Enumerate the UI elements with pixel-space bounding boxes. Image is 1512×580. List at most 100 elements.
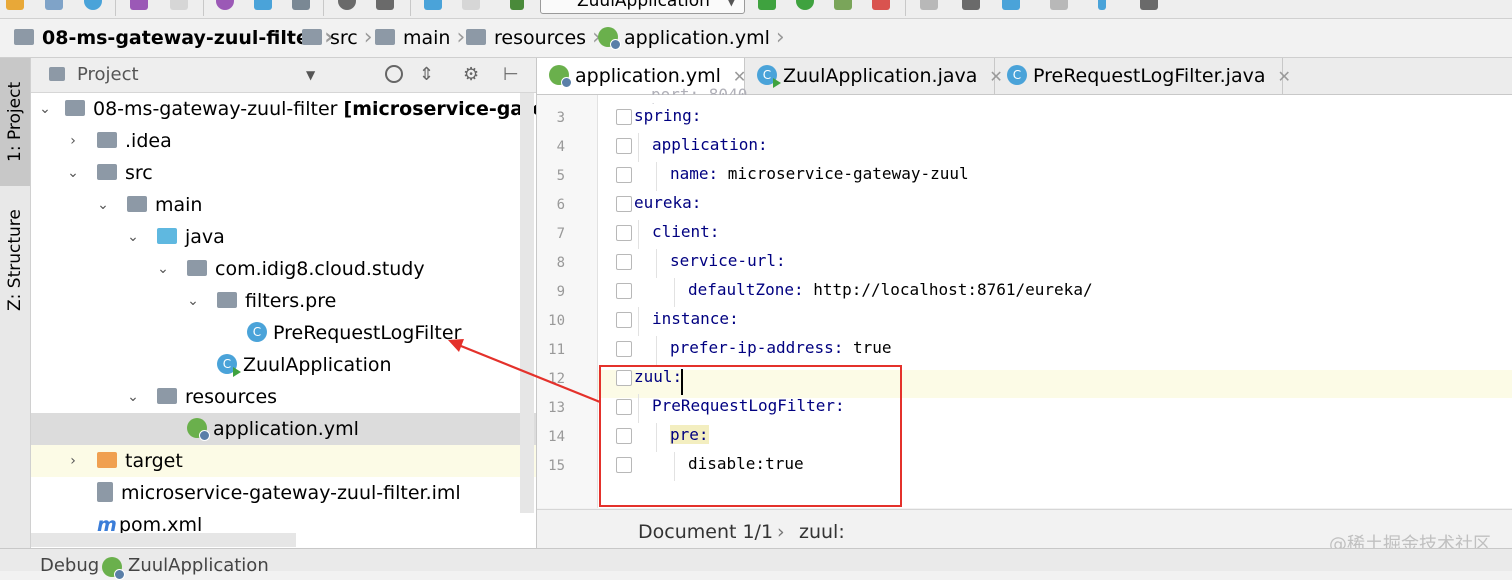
locate-file-icon[interactable] bbox=[385, 65, 403, 83]
project-structure-icon[interactable] bbox=[1002, 0, 1020, 10]
breadcrumb-label: application.yml bbox=[624, 27, 770, 49]
yaml-key: application: bbox=[652, 135, 768, 154]
vcs-icon[interactable] bbox=[920, 0, 938, 10]
breadcrumb-item-main[interactable]: main › bbox=[375, 19, 465, 57]
fold-open-icon[interactable] bbox=[616, 225, 632, 241]
folder-icon bbox=[375, 28, 395, 45]
hide-panel-icon[interactable]: ⊢ bbox=[503, 58, 519, 92]
tree-node-idea[interactable]: › .idea bbox=[31, 125, 536, 157]
run-config-select[interactable]: ZuulApplication ▼ bbox=[540, 0, 745, 14]
bottom-tool-bar: Debug ZuulApplication bbox=[0, 548, 1512, 580]
tree-node-main[interactable]: ⌄ main bbox=[31, 189, 536, 221]
tree-node-package[interactable]: ⌄ com.idig8.cloud.study bbox=[31, 253, 536, 285]
save-icon[interactable] bbox=[45, 0, 63, 10]
chevron-down-icon[interactable]: ⌄ bbox=[185, 285, 201, 317]
fold-end-icon[interactable] bbox=[616, 167, 632, 183]
toolbar-separator bbox=[203, 0, 204, 16]
tree-label: resources bbox=[185, 386, 278, 408]
tree-node-yml-selected[interactable]: application.yml bbox=[31, 413, 536, 445]
line-number: 3 bbox=[556, 110, 565, 126]
terminal-icon[interactable] bbox=[1140, 0, 1158, 10]
tree-label: PreRequestLogFilter bbox=[273, 322, 462, 344]
fold-open-icon[interactable] bbox=[616, 138, 632, 154]
paste-icon[interactable] bbox=[292, 0, 310, 10]
chevron-down-icon[interactable]: ⌄ bbox=[65, 157, 81, 189]
tree-node-root[interactable]: ⌄ 08-ms-gateway-zuul-filter [microservic… bbox=[31, 93, 536, 125]
breadcrumb-item-resources[interactable]: resources › bbox=[466, 19, 601, 57]
breadcrumb-item-file[interactable]: application.yml › bbox=[598, 19, 785, 57]
coverage-icon[interactable] bbox=[834, 0, 852, 10]
fold-open-icon[interactable] bbox=[616, 254, 632, 270]
line-number: 9 bbox=[556, 284, 565, 300]
line-number-gutter: 3 4 5 6 7 8 9 10 11 12 13 14 15 bbox=[537, 95, 598, 508]
spring-yml-icon bbox=[549, 64, 572, 88]
fold-open-icon[interactable] bbox=[616, 196, 632, 212]
line-number: 14 bbox=[548, 429, 565, 445]
code-line: name: microservice-gateway-zuul bbox=[670, 164, 969, 183]
project-tool-tab[interactable]: 1: Project bbox=[0, 58, 30, 186]
redo-icon[interactable] bbox=[170, 0, 188, 10]
debug-session-tab[interactable]: ZuulApplication bbox=[128, 555, 269, 576]
collapse-all-icon[interactable]: ⇕ bbox=[419, 58, 434, 92]
help-icon[interactable] bbox=[1098, 0, 1106, 10]
project-scrollbar[interactable] bbox=[520, 93, 534, 513]
breadcrumb-label: src bbox=[330, 27, 358, 49]
settings-wrench-icon[interactable] bbox=[962, 0, 980, 10]
chevron-right-icon[interactable]: › bbox=[65, 125, 81, 157]
open-folder-icon[interactable] bbox=[6, 0, 24, 10]
find-icon[interactable] bbox=[338, 0, 356, 10]
project-horizontal-scrollbar[interactable] bbox=[31, 533, 296, 547]
tab-label: PreRequestLogFilter.java bbox=[1033, 65, 1266, 87]
tab-prerequest-log-filter[interactable]: C PreRequestLogFilter.java ✕ bbox=[995, 58, 1291, 94]
line-number: 4 bbox=[556, 139, 565, 155]
fold-open-icon[interactable] bbox=[616, 109, 632, 125]
yaml-value: true bbox=[843, 338, 892, 357]
breadcrumb-item-src[interactable]: src › bbox=[302, 19, 373, 57]
chevron-down-icon[interactable]: ⌄ bbox=[155, 253, 171, 285]
iml-file-icon bbox=[97, 481, 113, 502]
fold-open-icon[interactable] bbox=[616, 312, 632, 328]
tree-module-label: [microservice-gateway- bbox=[343, 98, 536, 120]
undo-icon[interactable] bbox=[130, 0, 148, 10]
project-panel-header: Project ▼ ⇕ ⚙ ⊢ bbox=[31, 58, 536, 93]
yaml-key: defaultZone: bbox=[688, 280, 804, 299]
chevron-down-icon[interactable]: ⌄ bbox=[125, 221, 141, 253]
indent-guide bbox=[674, 278, 675, 307]
structure-tool-tab[interactable]: Z: Structure bbox=[0, 198, 30, 323]
code-editor[interactable]: 3456789101112131415 port: 8040 spring:ap… bbox=[537, 85, 1512, 508]
back-icon[interactable] bbox=[424, 0, 442, 10]
tree-node-filters-pre[interactable]: ⌄ filters.pre bbox=[31, 285, 536, 317]
tree-label: main bbox=[155, 194, 203, 216]
breadcrumb-item-project[interactable]: 08-ms-gateway-zuul-filter › bbox=[14, 19, 333, 57]
tree-label: application.yml bbox=[213, 418, 359, 440]
tree-node-java[interactable]: ⌄ java bbox=[31, 221, 536, 253]
forward-icon[interactable] bbox=[462, 0, 480, 10]
chevron-down-icon[interactable]: ▼ bbox=[306, 58, 315, 92]
fold-end-icon[interactable] bbox=[616, 341, 632, 357]
close-icon[interactable]: ✕ bbox=[1277, 67, 1290, 86]
chevron-down-icon[interactable]: ⌄ bbox=[125, 381, 141, 413]
stop-icon[interactable] bbox=[872, 0, 890, 10]
clip-mask bbox=[598, 95, 1512, 103]
sdk-icon[interactable] bbox=[1050, 0, 1068, 10]
cut-icon[interactable] bbox=[216, 0, 234, 10]
copy-icon[interactable] bbox=[254, 0, 272, 10]
build-icon[interactable] bbox=[510, 0, 524, 10]
chevron-right-icon[interactable]: › bbox=[65, 445, 81, 477]
run-icon[interactable] bbox=[758, 0, 776, 10]
project-view-selector[interactable]: Project bbox=[77, 58, 139, 92]
tab-zuul-application[interactable]: C ZuulApplication.java ✕ bbox=[745, 58, 1003, 94]
yaml-key: prefer-ip-address: bbox=[670, 338, 844, 357]
line-number: 5 bbox=[556, 168, 565, 184]
tree-node-src[interactable]: ⌄ src bbox=[31, 157, 536, 189]
tree-node-iml[interactable]: microservice-gateway-zuul-filter.iml bbox=[31, 477, 536, 509]
gear-icon[interactable]: ⚙ bbox=[463, 58, 479, 92]
sync-icon[interactable] bbox=[84, 0, 102, 10]
fold-end-icon[interactable] bbox=[616, 283, 632, 299]
debug-tool-tab[interactable]: Debug bbox=[40, 555, 99, 576]
chevron-down-icon[interactable]: ⌄ bbox=[37, 93, 53, 125]
replace-icon[interactable] bbox=[376, 0, 394, 10]
chevron-down-icon[interactable]: ⌄ bbox=[95, 189, 111, 221]
tree-node-target[interactable]: › target bbox=[31, 445, 536, 477]
debug-icon[interactable] bbox=[796, 0, 814, 10]
